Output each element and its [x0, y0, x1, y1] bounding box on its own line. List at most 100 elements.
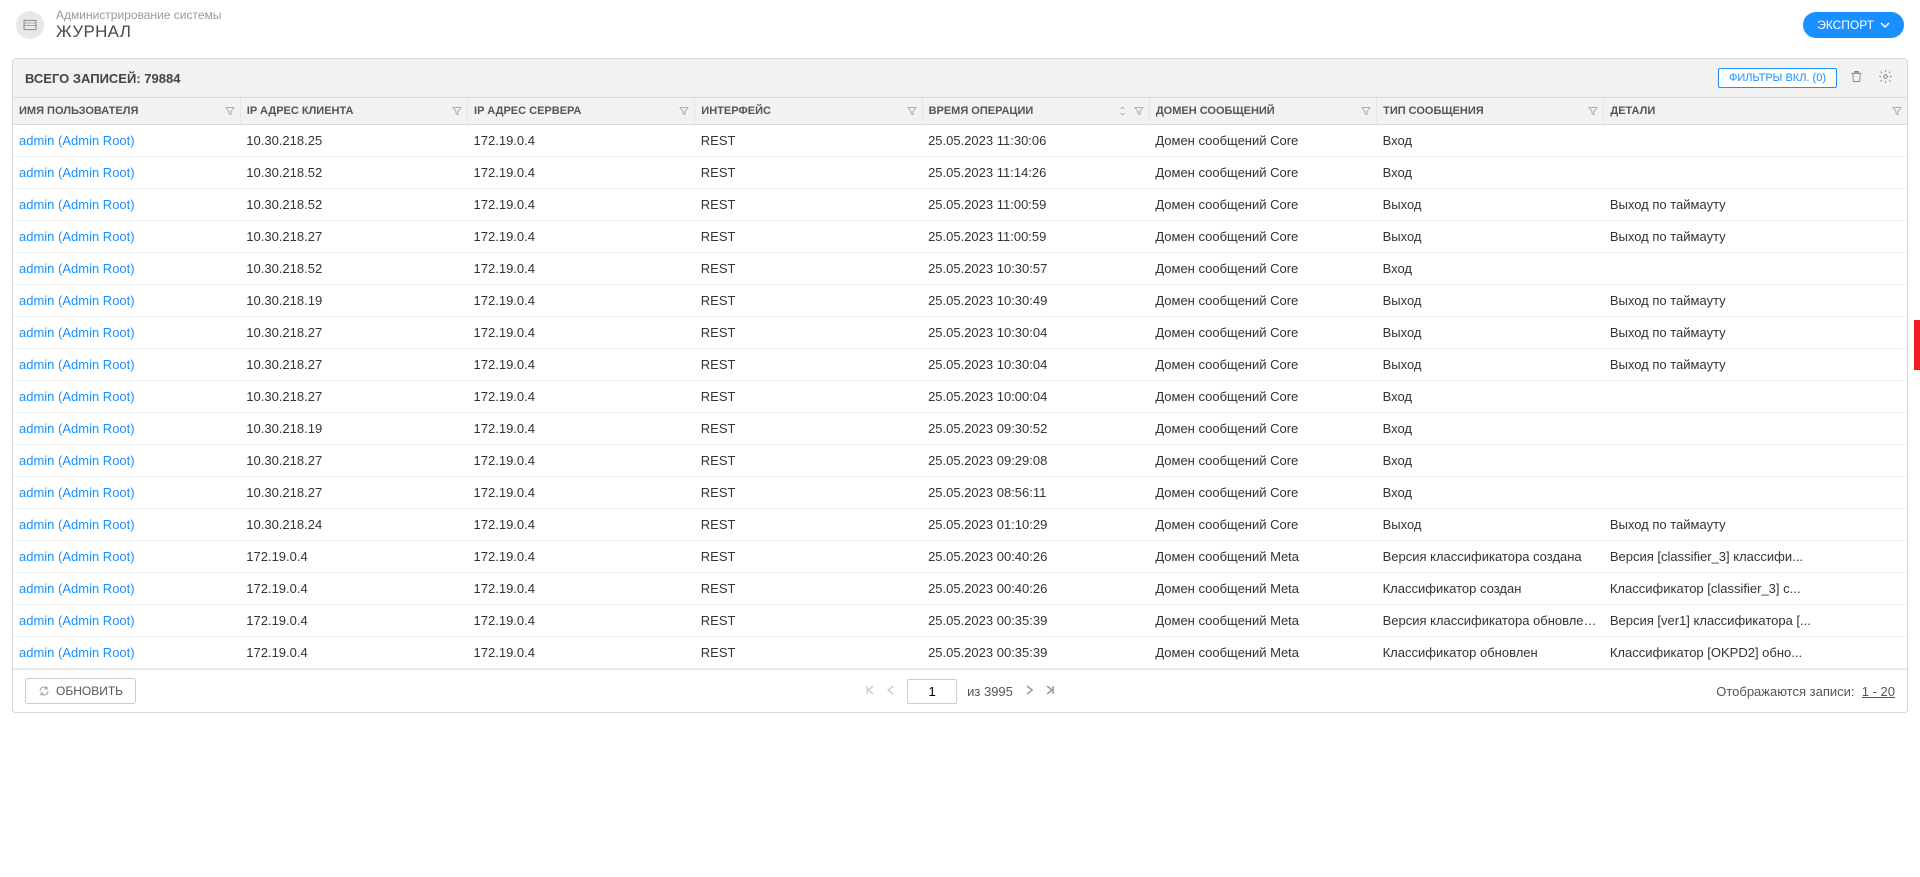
refresh-button[interactable]: ОБНОВИТЬ [25, 678, 136, 704]
cell-clientip: 10.30.218.27 [240, 381, 467, 413]
cell-domain: Домен сообщений Core [1149, 413, 1376, 445]
table-row[interactable]: admin (Admin Root)10.30.218.27172.19.0.4… [13, 221, 1907, 253]
cell-user[interactable]: admin (Admin Root) [13, 605, 240, 637]
cell-serverip: 172.19.0.4 [468, 125, 695, 157]
cell-clientip: 10.30.218.52 [240, 189, 467, 221]
cell-details: Выход по таймауту [1604, 349, 1907, 381]
cell-domain: Домен сообщений Core [1149, 445, 1376, 477]
cell-time: 25.05.2023 00:40:26 [922, 541, 1149, 573]
side-drawer-handle[interactable] [1914, 320, 1920, 370]
table-wrapper[interactable]: ИМЯ ПОЛЬЗОВАТЕЛЯ IP АДРЕС КЛИЕНТА IP АДР… [13, 98, 1907, 669]
filters-button[interactable]: ФИЛЬТРЫ ВКЛ. (0) [1718, 68, 1837, 88]
refresh-icon [38, 685, 50, 697]
table-row[interactable]: admin (Admin Root)172.19.0.4172.19.0.4RE… [13, 541, 1907, 573]
filter-icon[interactable] [1360, 105, 1372, 117]
table-row[interactable]: admin (Admin Root)10.30.218.24172.19.0.4… [13, 509, 1907, 541]
page-title: ЖУРНАЛ [56, 22, 1803, 42]
col-header-msgtype[interactable]: ТИП СООБЩЕНИЯ [1377, 98, 1604, 125]
table-row[interactable]: admin (Admin Root)10.30.218.52172.19.0.4… [13, 253, 1907, 285]
cell-user[interactable]: admin (Admin Root) [13, 285, 240, 317]
cell-serverip: 172.19.0.4 [468, 221, 695, 253]
table-row[interactable]: admin (Admin Root)10.30.218.25172.19.0.4… [13, 125, 1907, 157]
filter-icon[interactable] [906, 105, 918, 117]
cell-domain: Домен сообщений Core [1149, 381, 1376, 413]
cell-user[interactable]: admin (Admin Root) [13, 477, 240, 509]
cell-user[interactable]: admin (Admin Root) [13, 413, 240, 445]
page-prev-button[interactable] [885, 684, 897, 699]
cell-msgtype: Вход [1377, 445, 1604, 477]
delete-filters-button[interactable] [1847, 67, 1866, 89]
cell-user[interactable]: admin (Admin Root) [13, 189, 240, 221]
cell-interface: REST [695, 445, 922, 477]
cell-user[interactable]: admin (Admin Root) [13, 253, 240, 285]
cell-user[interactable]: admin (Admin Root) [13, 349, 240, 381]
cell-user[interactable]: admin (Admin Root) [13, 541, 240, 573]
cell-clientip: 172.19.0.4 [240, 573, 467, 605]
col-header-user[interactable]: ИМЯ ПОЛЬЗОВАТЕЛЯ [13, 98, 240, 125]
col-header-details[interactable]: ДЕТАЛИ [1604, 98, 1907, 125]
page-input[interactable] [907, 679, 957, 704]
settings-button[interactable] [1876, 67, 1895, 89]
sort-desc-icon [1117, 105, 1129, 117]
filter-icon[interactable] [1891, 105, 1903, 117]
cell-clientip: 10.30.218.27 [240, 445, 467, 477]
cell-msgtype: Версия классификатора создана [1377, 541, 1604, 573]
gear-icon [1878, 69, 1893, 84]
cell-time: 25.05.2023 10:00:04 [922, 381, 1149, 413]
table-row[interactable]: admin (Admin Root)10.30.218.27172.19.0.4… [13, 349, 1907, 381]
cell-interface: REST [695, 125, 922, 157]
filter-icon[interactable] [1587, 105, 1599, 117]
table-row[interactable]: admin (Admin Root)10.30.218.19172.19.0.4… [13, 413, 1907, 445]
page-next-button[interactable] [1023, 684, 1035, 699]
cell-details [1604, 413, 1907, 445]
cell-user[interactable]: admin (Admin Root) [13, 381, 240, 413]
table-row[interactable]: admin (Admin Root)172.19.0.4172.19.0.4RE… [13, 605, 1907, 637]
col-header-domain[interactable]: ДОМЕН СООБЩЕНИЙ [1149, 98, 1376, 125]
cell-time: 25.05.2023 11:00:59 [922, 221, 1149, 253]
cell-interface: REST [695, 349, 922, 381]
filter-icon[interactable] [678, 105, 690, 117]
table-row[interactable]: admin (Admin Root)10.30.218.52172.19.0.4… [13, 157, 1907, 189]
cell-interface: REST [695, 477, 922, 509]
page-first-button[interactable] [863, 684, 875, 699]
cell-user[interactable]: admin (Admin Root) [13, 221, 240, 253]
cell-domain: Домен сообщений Core [1149, 189, 1376, 221]
cell-clientip: 172.19.0.4 [240, 637, 467, 669]
table-row[interactable]: admin (Admin Root)10.30.218.52172.19.0.4… [13, 189, 1907, 221]
cell-clientip: 10.30.218.19 [240, 285, 467, 317]
cell-msgtype: Выход [1377, 317, 1604, 349]
col-header-clientip[interactable]: IP АДРЕС КЛИЕНТА [240, 98, 467, 125]
cell-user[interactable]: admin (Admin Root) [13, 573, 240, 605]
cell-interface: REST [695, 605, 922, 637]
cell-user[interactable]: admin (Admin Root) [13, 125, 240, 157]
cell-user[interactable]: admin (Admin Root) [13, 509, 240, 541]
filter-icon[interactable] [451, 105, 463, 117]
table-row[interactable]: admin (Admin Root)10.30.218.27172.19.0.4… [13, 477, 1907, 509]
cell-msgtype: Вход [1377, 125, 1604, 157]
cell-user[interactable]: admin (Admin Root) [13, 637, 240, 669]
cell-serverip: 172.19.0.4 [468, 541, 695, 573]
panel-header: ВСЕГО ЗАПИСЕЙ: 79884 ФИЛЬТРЫ ВКЛ. (0) [13, 59, 1907, 98]
table-row[interactable]: admin (Admin Root)172.19.0.4172.19.0.4RE… [13, 573, 1907, 605]
table-row[interactable]: admin (Admin Root)10.30.218.27172.19.0.4… [13, 317, 1907, 349]
cell-serverip: 172.19.0.4 [468, 445, 695, 477]
filter-icon[interactable] [1133, 105, 1145, 117]
col-header-time[interactable]: ВРЕМЯ ОПЕРАЦИИ [922, 98, 1149, 125]
export-button[interactable]: ЭКСПОРТ [1803, 12, 1904, 38]
page-last-button[interactable] [1045, 684, 1057, 699]
cell-msgtype: Вход [1377, 477, 1604, 509]
cell-interface: REST [695, 637, 922, 669]
col-header-serverip[interactable]: IP АДРЕС СЕРВЕРА [468, 98, 695, 125]
cell-details [1604, 445, 1907, 477]
table-row[interactable]: admin (Admin Root)10.30.218.27172.19.0.4… [13, 381, 1907, 413]
table-row[interactable]: admin (Admin Root)10.30.218.27172.19.0.4… [13, 445, 1907, 477]
cell-interface: REST [695, 189, 922, 221]
col-header-interface[interactable]: ИНТЕРФЕЙС [695, 98, 922, 125]
table-row[interactable]: admin (Admin Root)10.30.218.19172.19.0.4… [13, 285, 1907, 317]
table-row[interactable]: admin (Admin Root)172.19.0.4172.19.0.4RE… [13, 637, 1907, 669]
cell-user[interactable]: admin (Admin Root) [13, 157, 240, 189]
filter-icon[interactable] [224, 105, 236, 117]
cell-user[interactable]: admin (Admin Root) [13, 317, 240, 349]
cell-time: 25.05.2023 10:30:04 [922, 317, 1149, 349]
cell-user[interactable]: admin (Admin Root) [13, 445, 240, 477]
